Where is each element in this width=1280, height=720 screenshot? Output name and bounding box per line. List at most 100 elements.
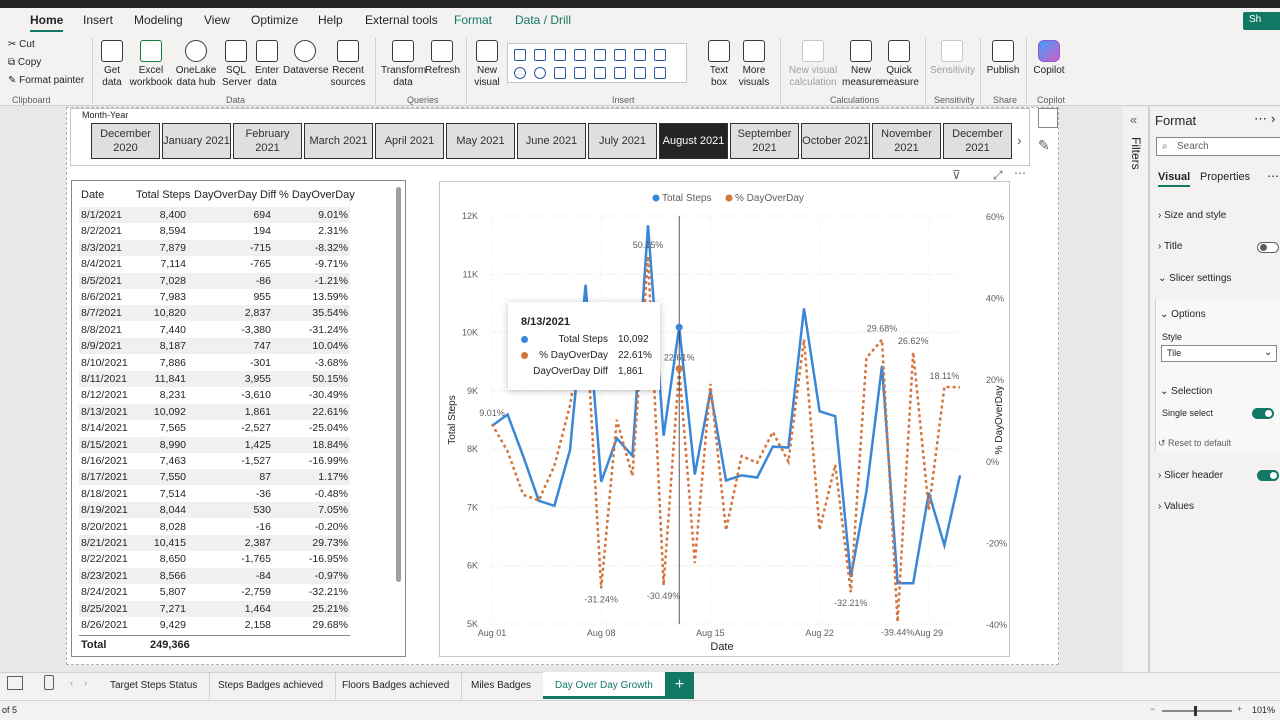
tab-modeling[interactable]: Modeling [134, 13, 183, 27]
visual-format-icon[interactable] [1038, 108, 1058, 128]
table-row[interactable]: 8/9/2021 8,187 747 10.04% [79, 338, 350, 355]
page-tab[interactable]: Floors Badges achieved [330, 672, 463, 699]
zoom-slider-thumb[interactable] [1194, 706, 1197, 716]
tab-format[interactable]: Format [454, 13, 492, 27]
page-tab-active[interactable]: Day Over Day Growth [543, 672, 666, 699]
onelake-button[interactable]: OneLake data hub [174, 40, 218, 89]
double-chevron-left-icon[interactable]: « [1130, 112, 1137, 127]
table-row[interactable]: 8/22/2021 8,650 -1,765 -16.95% [79, 551, 350, 567]
quick-measure-button[interactable]: Quick measure [880, 40, 919, 89]
column-header[interactable]: Total Steps [136, 189, 190, 201]
table-row[interactable]: 8/6/2021 7,983 955 13.59% [79, 289, 350, 305]
text-box-button[interactable]: Text box [704, 40, 734, 89]
line-chart-icon[interactable] [614, 49, 626, 61]
share-button[interactable]: Sh [1243, 12, 1280, 30]
table-row[interactable]: 8/25/2021 7,271 1,464 25.21% [79, 600, 350, 617]
pie-chart-icon[interactable] [514, 67, 526, 79]
new-measure-button[interactable]: New measure [842, 40, 881, 89]
table-row[interactable]: 8/26/2021 9,429 2,158 29.68% [79, 617, 350, 633]
sensitivity-button[interactable]: Sensitivity [930, 40, 975, 77]
collapse-pane-icon[interactable]: › [1271, 111, 1275, 126]
slicer-tile[interactable]: January 2021 [162, 123, 231, 159]
table-row[interactable]: 8/7/2021 10,820 2,837 35.54% [79, 305, 350, 322]
table-row[interactable]: 8/16/2021 7,463 -1,527 -16.99% [79, 453, 350, 469]
table-row[interactable]: 8/20/2021 8,028 -16 -0.20% [79, 519, 350, 535]
section-size-style[interactable]: › Size and style [1158, 210, 1226, 221]
gauge-icon[interactable] [594, 67, 606, 79]
table-row[interactable]: 8/18/2021 7,514 -36 -0.48% [79, 486, 350, 502]
table-visual-icon[interactable] [634, 67, 646, 79]
table-row[interactable]: 8/19/2021 8,044 530 7.05% [79, 502, 350, 519]
slicer-tile-selected[interactable]: August 2021 [659, 123, 728, 159]
slicer-tile[interactable]: October 2021 [801, 123, 870, 159]
table-row[interactable]: 8/23/2021 8,566 -84 -0.97% [79, 567, 350, 584]
format-painter-button[interactable]: ✎ Format painter [8, 75, 84, 86]
more-options-icon[interactable]: ⋯ [1014, 166, 1026, 180]
table-row[interactable]: 8/3/2021 7,879 -715 -8.32% [79, 239, 350, 256]
report-view-icon[interactable] [7, 676, 23, 690]
publish-button[interactable]: Publish [985, 40, 1021, 77]
transform-data-button[interactable]: Transform data [381, 40, 426, 89]
paint-brush-icon[interactable]: ✎ [1038, 137, 1058, 157]
clustered-column-icon[interactable] [574, 49, 586, 61]
table-row[interactable]: 8/12/2021 8,231 -3,610 -30.49% [79, 387, 350, 403]
tab-data-drill[interactable]: Data / Drill [515, 13, 571, 27]
page-tab[interactable]: Steps Badges achieved [206, 672, 337, 699]
new-visual-button[interactable]: New visual [471, 40, 503, 89]
chevron-right-icon[interactable]: › [1017, 132, 1022, 148]
tab-insert[interactable]: Insert [83, 13, 113, 27]
column-header[interactable]: Date [81, 189, 104, 201]
filters-pane-collapsed[interactable]: « Filters [1123, 107, 1149, 672]
table-row[interactable]: 8/5/2021 7,028 -86 -1.21% [79, 272, 350, 289]
table-scrollbar[interactable] [396, 187, 401, 582]
table-row[interactable]: 8/24/2021 5,807 -2,759 -32.21% [79, 584, 350, 600]
section-title[interactable]: › Title [1158, 241, 1182, 252]
stacked-bar-icon[interactable] [514, 49, 526, 61]
slicer-tile[interactable]: May 2021 [446, 123, 515, 159]
cut-button[interactable]: ✂ Cut [8, 39, 35, 50]
new-visual-calculation-button[interactable]: New visual calculation [786, 40, 840, 89]
page-tab[interactable]: Miles Badges [459, 672, 545, 699]
slicer-tile[interactable]: April 2021 [375, 123, 444, 159]
slicer-tile[interactable]: December 2021 [943, 123, 1012, 159]
tab-visual[interactable]: Visual [1158, 171, 1191, 187]
recent-sources-button[interactable]: Recent sources [329, 40, 367, 89]
section-slicer-header[interactable]: › Slicer header [1158, 470, 1223, 481]
donut-chart-icon[interactable] [534, 67, 546, 79]
slicer-tile[interactable]: December 2020 [91, 123, 160, 159]
copy-button[interactable]: ⧉ Copy [8, 57, 41, 68]
tab-home[interactable]: Home [30, 13, 64, 32]
slicer-tile[interactable]: March 2021 [304, 123, 373, 159]
column-header[interactable]: % DayOverDay [279, 189, 355, 201]
tab-external-tools[interactable]: External tools [365, 13, 438, 27]
treemap-icon[interactable] [554, 67, 566, 79]
tab-optimize[interactable]: Optimize [251, 13, 298, 27]
subsection-selection[interactable]: ⌄ Selection [1160, 386, 1212, 397]
table-row[interactable]: 8/13/2021 10,092 1,861 22.61% [79, 403, 350, 420]
matrix-icon[interactable] [654, 67, 666, 79]
card-icon[interactable] [614, 67, 626, 79]
scroll-right-icon[interactable]: › [84, 678, 87, 689]
tab-properties[interactable]: Properties [1200, 171, 1250, 183]
map-icon[interactable] [574, 67, 586, 79]
section-values[interactable]: › Values [1158, 501, 1194, 512]
dataverse-button[interactable]: Dataverse [283, 40, 329, 77]
table-row[interactable]: 8/4/2021 7,114 -765 -9.71% [79, 256, 350, 272]
more-visuals-button[interactable]: More visuals [735, 40, 773, 89]
table-row[interactable]: 8/1/2021 8,400 694 9.01% [79, 207, 350, 223]
slicer-tile[interactable]: July 2021 [588, 123, 657, 159]
visual-gallery[interactable] [507, 43, 687, 83]
table-row[interactable]: 8/2/2021 8,594 194 2.31% [79, 223, 350, 239]
style-dropdown[interactable]: Tile ⌄ [1161, 345, 1277, 362]
slicer-tile[interactable]: September 2021 [730, 123, 799, 159]
excel-workbook-button[interactable]: Excel workbook [129, 40, 173, 89]
clustered-bar-icon[interactable] [554, 49, 566, 61]
tab-help[interactable]: Help [318, 13, 343, 27]
sql-server-button[interactable]: SQL Server [222, 40, 251, 89]
page-tab[interactable]: Target Steps Status [98, 672, 211, 699]
area-chart-icon[interactable] [634, 49, 646, 61]
more-options-icon[interactable]: ⋯ [1267, 169, 1279, 183]
table-row[interactable]: 8/15/2021 8,990 1,425 18.84% [79, 436, 350, 453]
reset-to-default-button[interactable]: ↺ Reset to default [1158, 438, 1231, 449]
zoom-out-icon[interactable]: − [1150, 704, 1155, 714]
